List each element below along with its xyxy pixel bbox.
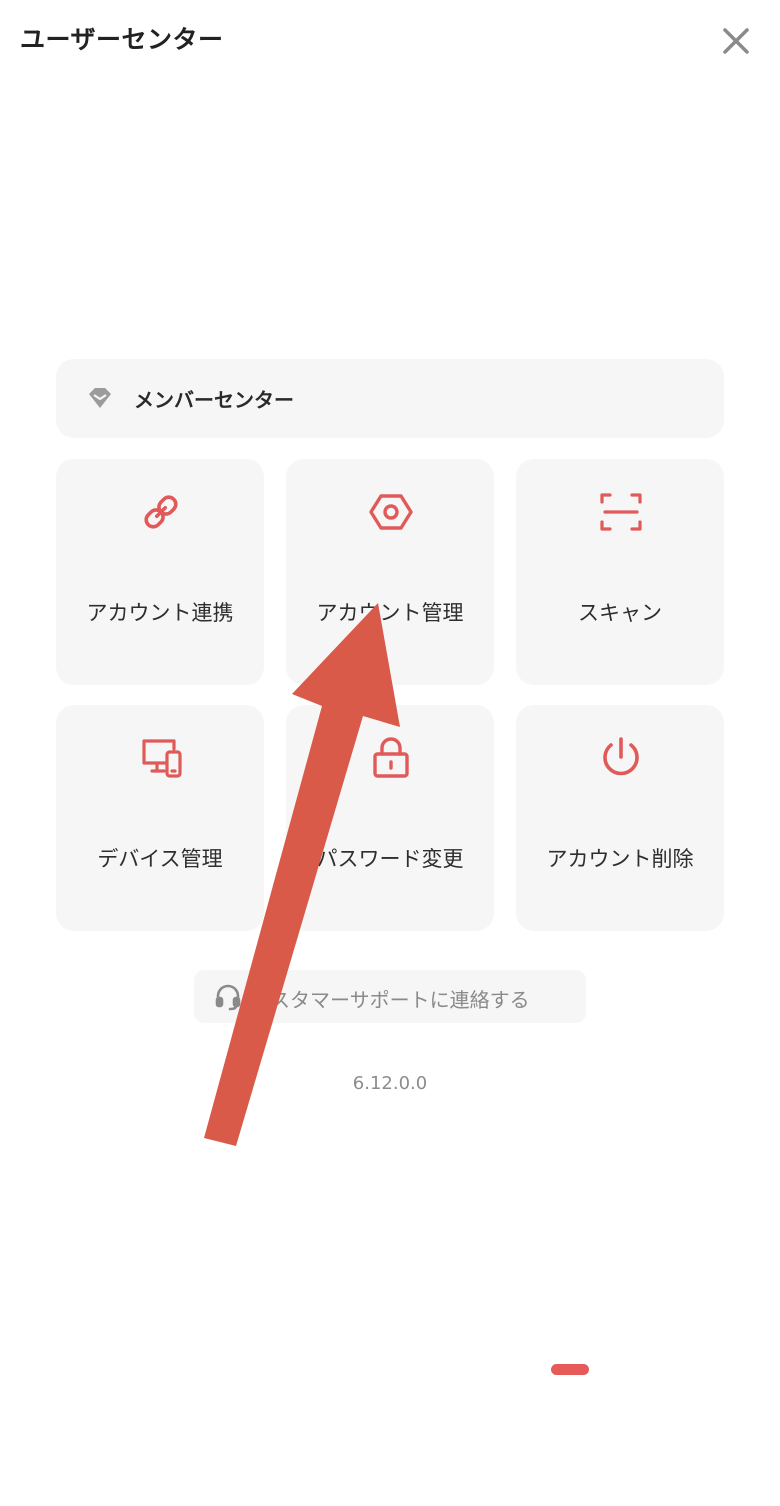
tile-label: アカウント連携 xyxy=(86,601,234,625)
close-icon xyxy=(723,28,749,54)
tile-label: アカウント削除 xyxy=(546,847,694,871)
tile-password-change[interactable]: パスワード変更 xyxy=(286,705,494,931)
scan-icon xyxy=(600,493,642,531)
power-icon xyxy=(603,737,639,776)
lock-icon xyxy=(373,737,409,778)
tile-scan[interactable]: スキャン xyxy=(516,459,724,685)
tile-label: デバイス管理 xyxy=(97,847,223,871)
tile-account-link[interactable]: アカウント連携 xyxy=(56,459,264,685)
tile-device-manage[interactable]: デバイス管理 xyxy=(56,705,264,931)
tile-label: パスワード変更 xyxy=(316,847,464,871)
tile-label: スキャン xyxy=(578,601,662,625)
close-button[interactable] xyxy=(716,21,756,61)
link-icon xyxy=(144,495,178,529)
tile-label: アカウント管理 xyxy=(316,601,464,625)
annotation-mark xyxy=(551,1364,589,1375)
app-version: 6.12.0.0 xyxy=(352,1073,428,1094)
customer-support-button[interactable]: カスタマーサポートに連絡する xyxy=(194,970,586,1023)
member-center-button[interactable]: メンバーセンター xyxy=(56,359,724,438)
member-center-label: メンバーセンター xyxy=(134,388,294,412)
diamond-icon xyxy=(89,388,111,408)
tile-account-delete[interactable]: アカウント削除 xyxy=(516,705,724,931)
devices-icon xyxy=(142,739,182,778)
hexagon-settings-icon xyxy=(369,494,413,530)
tile-account-manage[interactable]: アカウント管理 xyxy=(286,459,494,685)
customer-support-label: カスタマーサポートに連絡する xyxy=(250,988,530,1012)
headset-icon xyxy=(215,984,241,1011)
page-title: ユーザーセンター xyxy=(20,25,224,54)
